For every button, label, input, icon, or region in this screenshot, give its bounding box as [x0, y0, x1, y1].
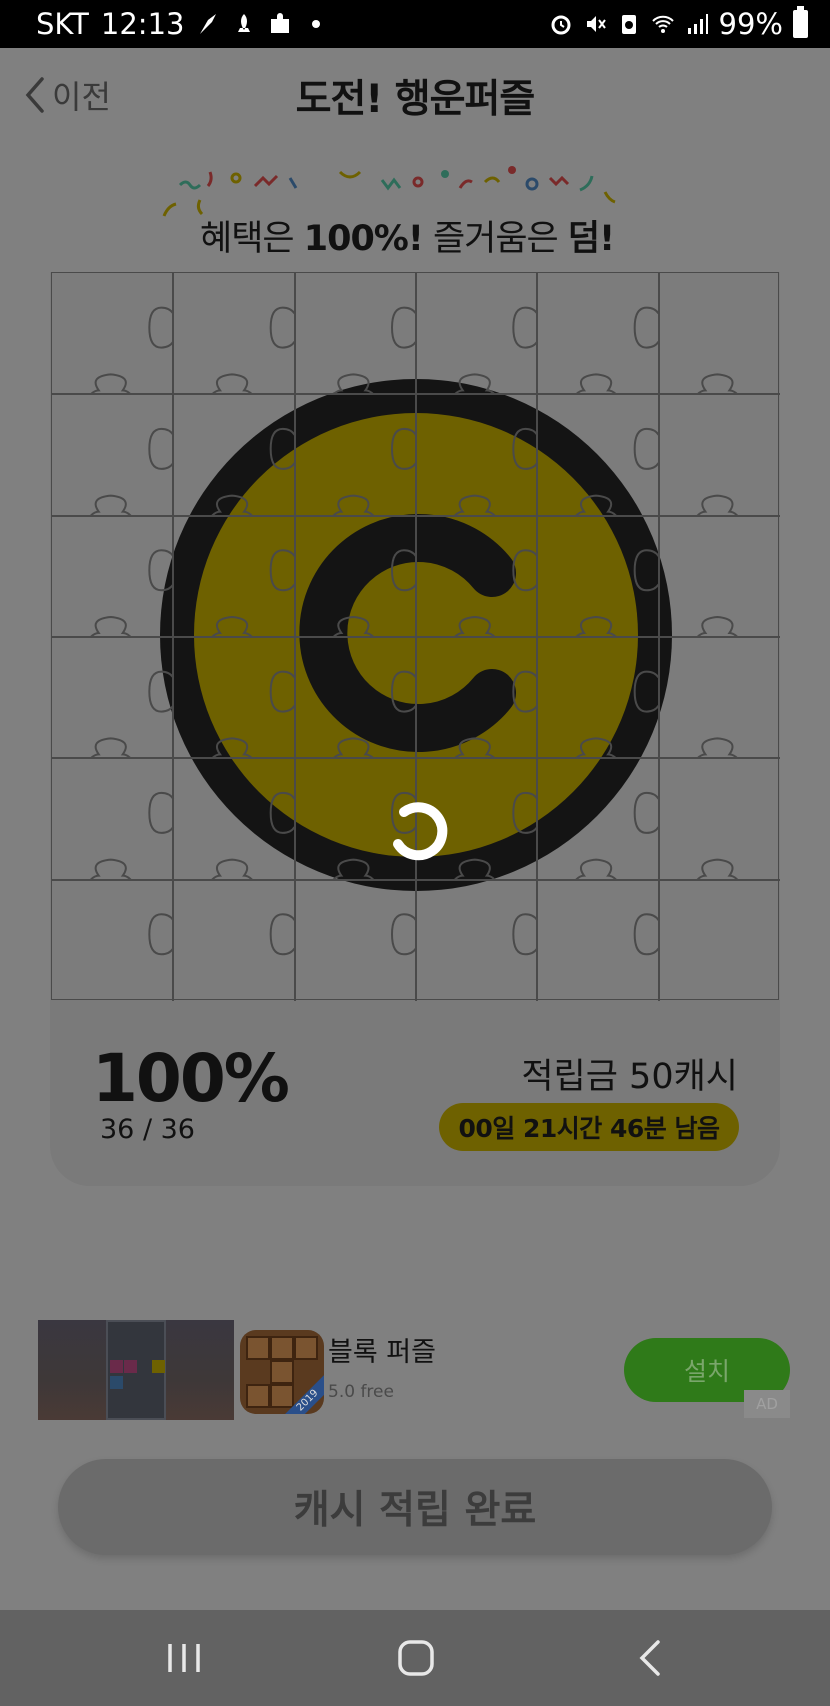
page-title: 도전! 행운퍼즐: [295, 77, 536, 122]
dot-icon: [312, 20, 321, 28]
puzzle-knob: [269, 306, 296, 349]
puzzle-knob: [512, 306, 539, 349]
recycle-icon: [621, 15, 636, 34]
banner-text-3: 즐거움은: [422, 219, 568, 259]
puzzle-icon: [271, 13, 290, 33]
ad-app-name[interactable]: 블록 퍼즐: [328, 1330, 436, 1369]
progress-percent: 100%: [92, 1040, 290, 1117]
puzzle-knob: [90, 494, 132, 517]
signal-icon: [687, 14, 708, 34]
promo-banner: 혜택은 100%! 즐거움은 덤!: [160, 160, 670, 260]
puzzle-knob: [90, 373, 132, 396]
back-label: 이전: [52, 78, 111, 116]
puzzle-knob: [148, 306, 175, 349]
alarm-icon: [551, 15, 571, 35]
banner-text-2: 100%!: [303, 219, 424, 259]
puzzle-knob: [148, 427, 175, 470]
back-icon[interactable]: [630, 1638, 670, 1678]
back-button[interactable]: 이전: [22, 72, 111, 118]
puzzle-knob: [696, 373, 739, 396]
time-remaining-badge: 00일 21시간 46분 남음: [439, 1103, 739, 1151]
puzzle-knob: [633, 791, 660, 834]
puzzle-knob: [696, 737, 739, 760]
complete-button[interactable]: 캐시 적립 완료: [58, 1459, 772, 1555]
puzzle-knob: [90, 615, 132, 638]
ad-thumbnail[interactable]: [38, 1320, 234, 1420]
puzzle-knob: [211, 858, 253, 881]
puzzle-knob: [211, 373, 253, 396]
navigation-bar: [0, 1610, 830, 1706]
puzzle-knob: [696, 494, 739, 517]
banner-slogan: 혜택은 100%! 즐거움은 덤!: [200, 210, 615, 261]
puzzle-knob: [390, 913, 417, 956]
puzzle-knob: [90, 737, 132, 760]
puzzle-knob: [390, 306, 417, 349]
status-bar: SKT 12:13 99%: [0, 0, 830, 48]
ad-badge[interactable]: AD: [744, 1390, 790, 1418]
app-header: 이전 도전! 행운퍼즐: [0, 48, 830, 144]
ad-banner[interactable]: 2019 블록 퍼즐 5.0 free 설치 AD: [38, 1320, 790, 1422]
banner-text-1: 혜택은: [200, 219, 304, 259]
ad-rating: 5.0 free: [328, 1382, 394, 1402]
quill-icon: [200, 14, 217, 34]
puzzle-knob: [696, 615, 739, 638]
banner-text-4: 덤!: [567, 219, 615, 259]
screen: SKT 12:13 99% 이전 도전! 행운퍼즐 혜택은 100%! 즐거움은…: [0, 0, 830, 1706]
puzzle-knob: [148, 913, 175, 956]
puzzle-grid: [52, 273, 780, 1001]
reward-amount: 적립금 50캐시: [521, 1057, 738, 1097]
chevron-left-icon: [25, 77, 44, 113]
puzzle-knob: [633, 427, 660, 470]
recent-apps-icon[interactable]: [164, 1638, 204, 1678]
loading-spinner-icon: [393, 802, 448, 861]
rocket-icon: [238, 14, 251, 32]
app-icon[interactable]: 2019: [240, 1330, 324, 1414]
home-icon[interactable]: [396, 1638, 436, 1678]
battery-icon: [793, 6, 808, 38]
puzzle-knob: [633, 306, 660, 349]
puzzle-knob: [633, 913, 660, 956]
puzzle-knob: [90, 858, 132, 881]
puzzle-knob: [575, 858, 617, 881]
puzzle-knob: [269, 913, 296, 956]
clock: 12:13: [100, 7, 185, 41]
puzzle-knob: [148, 791, 175, 834]
wifi-icon: [651, 15, 674, 33]
puzzle-knob: [575, 373, 617, 396]
carrier: SKT: [36, 7, 89, 41]
battery-percent: 99%: [718, 7, 783, 41]
progress-count: 36 / 36: [100, 1114, 195, 1145]
puzzle-board[interactable]: [51, 272, 780, 1001]
puzzle-knob: [512, 913, 539, 956]
mute-icon: [586, 16, 606, 32]
puzzle-knob: [696, 858, 739, 881]
ad-thumbnail-phone: [106, 1320, 166, 1420]
